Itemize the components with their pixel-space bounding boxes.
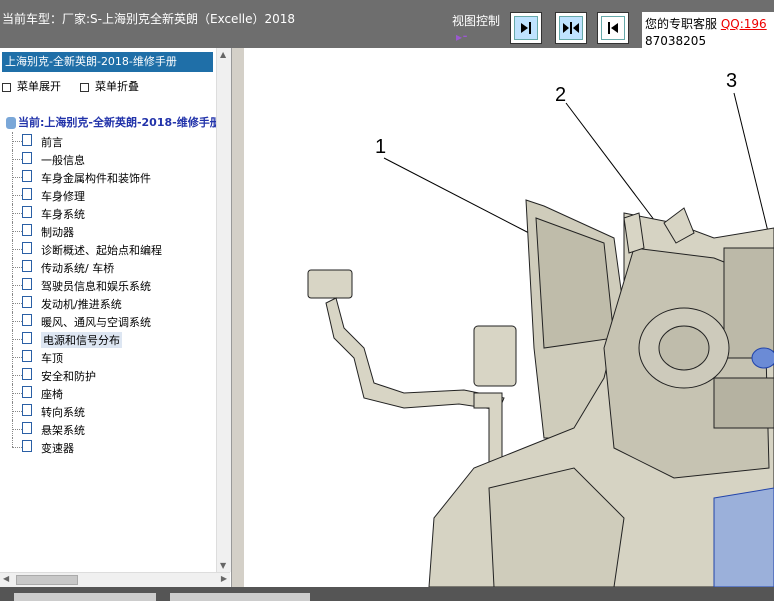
tree-root-label: 当前:上海别克-全新英朗-2018-维修手册 [18, 116, 221, 129]
service-number: 87038205 [645, 34, 707, 48]
document-icon [22, 332, 32, 344]
document-icon [22, 368, 32, 380]
tree-item-label: 暖风、通风与空调系统 [41, 316, 151, 329]
vehicle-model-title: 当前车型：厂家:S-上海别克全新英朗（Excelle）2018 [2, 12, 296, 26]
sidebar: 上海别克-全新英朗-2018-维修手册 菜单展开 菜单折叠 当前:上海别克-全新… [0, 48, 232, 587]
scroll-right-icon[interactable]: ▶ [221, 574, 227, 583]
computer-icon [6, 117, 16, 129]
document-icon [22, 170, 32, 182]
collapse-checkbox-icon[interactable] [80, 82, 89, 92]
tree-item-label: 转向系统 [41, 406, 85, 419]
document-icon [22, 350, 32, 362]
tree-item-label: 诊断概述、起始点和编程 [41, 244, 162, 257]
document-icon [22, 440, 32, 452]
bottom-tab-2[interactable] [170, 593, 310, 601]
document-icon [22, 224, 32, 236]
document-icon [22, 260, 32, 272]
tree-item-label: 驾驶员信息和娱乐系统 [41, 280, 151, 293]
split-view-button[interactable] [555, 12, 587, 44]
tree-item-label: 车身修理 [41, 190, 85, 203]
document-icon [22, 188, 32, 200]
tree-root[interactable]: 当前:上海别克-全新英朗-2018-维修手册 [6, 114, 221, 130]
expand-checkbox-icon[interactable] [2, 82, 11, 92]
manual-title[interactable]: 上海别克-全新英朗-2018-维修手册 [2, 52, 213, 72]
bottom-bar [0, 587, 774, 601]
customer-service-box: 您的专职客服 QQ:196 87038205 [642, 12, 774, 48]
document-icon [22, 296, 32, 308]
menu-expand-link[interactable]: 菜单展开 [17, 80, 61, 93]
document-icon [22, 152, 32, 164]
document-icon [22, 314, 32, 326]
callout-2: 2 [555, 84, 567, 106]
service-label: 您的专职客服 [645, 17, 718, 31]
menu-controls: 菜单展开 菜单折叠 [2, 78, 139, 94]
callout-1: 1 [375, 136, 387, 158]
tree-item-label: 传动系统/ 车桥 [41, 262, 115, 275]
view-control: 视图控制 ▸⁃ [452, 12, 501, 44]
engine-diagram [307, 92, 774, 587]
view-control-label: 视图控制 [452, 14, 501, 28]
tree-item-label: 变速器 [41, 442, 74, 455]
tree-item-label: 电源和信号分布 [41, 332, 122, 348]
tree-item-label: 车顶 [41, 352, 63, 365]
arrow-right-bar-icon [514, 16, 538, 40]
scroll-up-icon[interactable]: ▲ [220, 50, 226, 59]
callout-3: 3 [726, 70, 738, 92]
tree-item-label: 车身金属构件和装饰件 [41, 172, 151, 185]
document-icon [22, 422, 32, 434]
view-control-arrow-icon[interactable]: ▸⁃ [456, 30, 468, 44]
diagram-viewer[interactable]: 1 2 3 [244, 48, 774, 587]
tree-item-label: 制动器 [41, 226, 74, 239]
scroll-thumb[interactable] [16, 575, 78, 585]
document-icon [22, 242, 32, 254]
document-icon [22, 386, 32, 398]
scroll-down-icon[interactable]: ▼ [220, 561, 226, 570]
sidebar-horizontal-scrollbar[interactable]: ◀ ▶ [0, 572, 230, 587]
double-arrow-icon [559, 16, 583, 40]
tree-item-label: 发动机/推进系统 [41, 298, 122, 311]
menu-collapse-link[interactable]: 菜单折叠 [95, 80, 139, 93]
tree-item-label: 车身系统 [41, 208, 85, 221]
expand-right-button[interactable] [510, 12, 542, 44]
tree-item-label: 悬架系统 [41, 424, 85, 437]
document-icon [22, 134, 32, 146]
document-icon [22, 278, 32, 290]
top-bar: 当前车型：厂家:S-上海别克全新英朗（Excelle）2018 视图控制 ▸⁃ … [0, 0, 774, 48]
scroll-left-icon[interactable]: ◀ [3, 574, 9, 583]
tree-item-label: 前言 [41, 136, 63, 149]
tree-item-label: 一般信息 [41, 154, 85, 167]
tree-item-label: 座椅 [41, 388, 63, 401]
sidebar-vertical-scrollbar[interactable]: ▲ ▼ [216, 48, 231, 572]
tree-item-label: 安全和防护 [41, 370, 96, 383]
qq-link[interactable]: QQ:196 [721, 17, 767, 31]
document-icon [22, 206, 32, 218]
arrow-left-bar-icon [601, 16, 625, 40]
bottom-tab-1[interactable] [14, 593, 156, 601]
expand-left-button[interactable] [597, 12, 629, 44]
document-icon [22, 404, 32, 416]
